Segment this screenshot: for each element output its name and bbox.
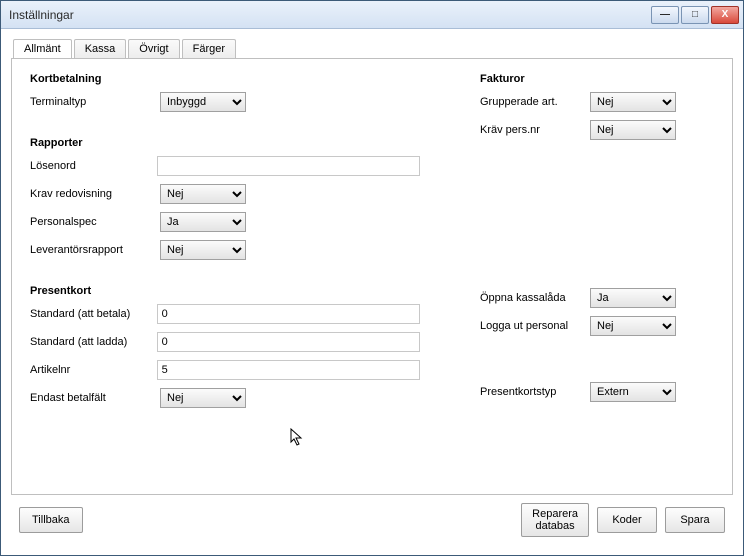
tab-kassa[interactable]: Kassa (74, 39, 127, 59)
section-presentkort: Presentkort (30, 285, 420, 297)
window-title: Inställningar (9, 8, 651, 22)
titlebar: Inställningar — □ X (1, 1, 743, 29)
cursor-icon (290, 428, 304, 446)
std-ladda-input[interactable] (157, 332, 420, 352)
grupperade-label: Grupperade art. (480, 96, 590, 108)
koder-button[interactable]: Koder (597, 507, 657, 533)
logga-ut-select[interactable]: Nej (590, 316, 676, 336)
close-button[interactable]: X (711, 6, 739, 24)
artikelnr-input[interactable] (157, 360, 420, 380)
presentkortstyp-label: Presentkortstyp (480, 386, 590, 398)
reparera-line2: databas (535, 520, 574, 532)
losenord-label: Lösenord (30, 160, 157, 172)
button-bar: Tillbaka Reparera databas Koder Spara (11, 495, 733, 545)
krav-persnr-select[interactable]: Nej (590, 120, 676, 140)
tab-allmant[interactable]: Allmänt (13, 39, 72, 59)
maximize-button[interactable]: □ (681, 6, 709, 24)
section-rapporter: Rapporter (30, 137, 420, 149)
presentkortstyp-select[interactable]: Extern (590, 382, 676, 402)
terminaltyp-select[interactable]: Inbyggd (160, 92, 246, 112)
tab-panel-allmant: Kortbetalning Terminaltyp Inbyggd Rappor… (11, 58, 733, 495)
section-fakturor: Fakturor (480, 73, 690, 85)
section-kortbetalning: Kortbetalning (30, 73, 420, 85)
endast-betalfalt-label: Endast betalfält (30, 392, 160, 404)
spara-button[interactable]: Spara (665, 507, 725, 533)
artikelnr-label: Artikelnr (30, 364, 157, 376)
oppna-kassalada-select[interactable]: Ja (590, 288, 676, 308)
krav-persnr-label: Kräv pers.nr (480, 124, 590, 136)
logga-ut-label: Logga ut personal (480, 320, 590, 332)
leverantorsrapport-select[interactable]: Nej (160, 240, 246, 260)
content-area: Allmänt Kassa Övrigt Färger Kortbetalnin… (1, 29, 743, 555)
std-betala-label: Standard (att betala) (30, 308, 157, 320)
krav-redovisning-select[interactable]: Nej (160, 184, 246, 204)
tab-bar: Allmänt Kassa Övrigt Färger (11, 39, 733, 59)
std-ladda-label: Standard (att ladda) (30, 336, 157, 348)
oppna-kassalada-label: Öppna kassalåda (480, 292, 590, 304)
std-betala-input[interactable] (157, 304, 420, 324)
reparera-databas-button[interactable]: Reparera databas (521, 503, 589, 537)
tillbaka-button[interactable]: Tillbaka (19, 507, 83, 533)
tab-ovrigt[interactable]: Övrigt (128, 39, 179, 59)
leverantorsrapport-label: Leverantörsrapport (30, 244, 160, 256)
tab-farger[interactable]: Färger (182, 39, 236, 59)
minimize-button[interactable]: — (651, 6, 679, 24)
krav-redovisning-label: Krav redovisning (30, 188, 160, 200)
personalspec-select[interactable]: Ja (160, 212, 246, 232)
grupperade-select[interactable]: Nej (590, 92, 676, 112)
endast-betalfalt-select[interactable]: Nej (160, 388, 246, 408)
terminaltyp-label: Terminaltyp (30, 96, 160, 108)
losenord-input[interactable] (157, 156, 420, 176)
personalspec-label: Personalspec (30, 216, 160, 228)
settings-window: Inställningar — □ X Allmänt Kassa Övrigt… (0, 0, 744, 556)
reparera-line1: Reparera (532, 508, 578, 520)
